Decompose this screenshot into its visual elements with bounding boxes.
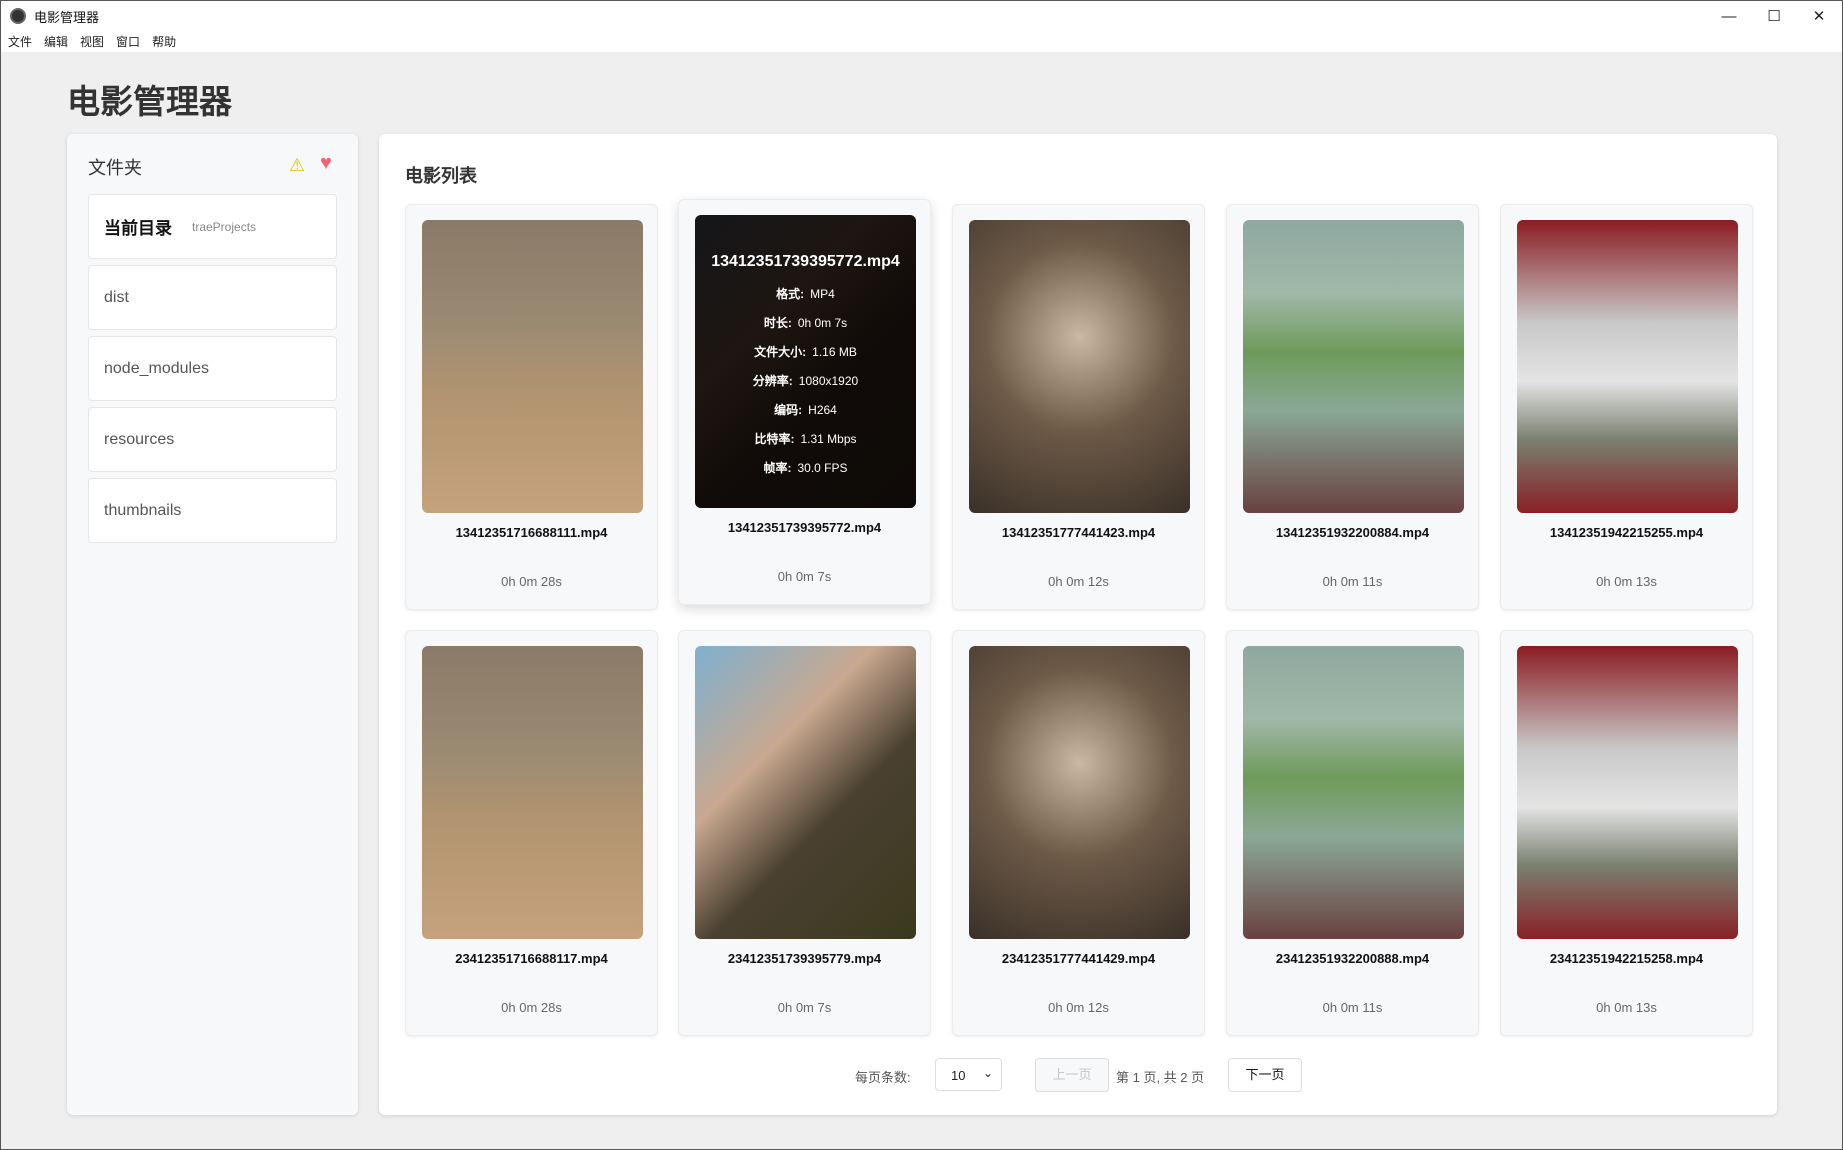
movie-list-title: 电影列表 (405, 166, 477, 186)
movie-card[interactable]: 23412351942215258.mp4 0h 0m 13s (1500, 630, 1753, 1036)
movie-thumbnail[interactable] (1517, 220, 1738, 513)
info-key: 编码: (774, 403, 803, 417)
movie-card[interactable]: 13412351777441423.mp4 0h 0m 12s (952, 204, 1205, 610)
movie-card[interactable]: 13412351739395772.mp4 格式: MP4 时长: 0h 0m 7s 文件… (678, 199, 931, 605)
info-key: 帧率: (763, 461, 792, 475)
info-value: MP4 (810, 287, 835, 301)
movie-duration: 0h 0m 28s (501, 1000, 562, 1015)
overlay-info-row: 时长: 0h 0m 7s (695, 314, 916, 331)
movie-duration: 0h 0m 12s (1048, 1000, 1109, 1015)
maximize-button[interactable]: ☐ (1751, 1, 1797, 31)
movie-filename: 13412351777441423.mp4 (1001, 525, 1156, 540)
info-key: 分辨率: (752, 374, 793, 388)
prev-page-button[interactable]: 上一页 (1035, 1058, 1109, 1092)
info-key: 格式: (776, 287, 805, 301)
movie-duration: 0h 0m 13s (1596, 1000, 1657, 1015)
info-key: 文件大小: (754, 345, 807, 359)
page-size-select[interactable]: 10 ⌄ (935, 1058, 1002, 1091)
info-key: 时长: (763, 316, 792, 330)
menu-view[interactable]: 视图 (80, 33, 104, 50)
info-value: 1080x1920 (798, 374, 859, 388)
page-title: 电影管理器 (67, 83, 232, 120)
folder-item-node-modules[interactable]: node_modules (88, 336, 337, 401)
movie-filename: 13412351739395772.mp4 (727, 520, 882, 535)
current-directory[interactable]: 当前目录 traeProjects (88, 194, 337, 259)
movie-card[interactable]: 23412351932200888.mp4 0h 0m 11s (1226, 630, 1479, 1036)
movie-thumbnail[interactable] (1243, 220, 1464, 513)
overlay-info-row: 帧率: 30.0 FPS (695, 459, 916, 476)
overlay-info-row: 格式: MP4 (695, 285, 916, 302)
overlay-info-row: 分辨率: 1080x1920 (695, 372, 916, 389)
warning-icon[interactable]: ⚠ (289, 155, 305, 176)
page-info: 第 1 页, 共 2 页 (1116, 1070, 1205, 1085)
movie-card[interactable]: 13412351942215255.mp4 0h 0m 13s (1500, 204, 1753, 610)
chevron-down-icon: ⌄ (982, 1066, 993, 1080)
title-bar: 电影管理器 — ☐ ✕ (1, 1, 1842, 31)
minimize-button[interactable]: — (1706, 1, 1752, 31)
info-value: 0h 0m 7s (797, 316, 848, 330)
movie-duration: 0h 0m 12s (1048, 574, 1109, 589)
movie-thumbnail[interactable] (1517, 646, 1738, 939)
movie-info-overlay: 13412351739395772.mp4 格式: MP4 时长: 0h 0m 7s 文件… (695, 215, 916, 508)
movie-duration: 0h 0m 28s (501, 574, 562, 589)
movie-thumbnail[interactable] (422, 220, 643, 513)
page-size-value: 10 (951, 1068, 966, 1083)
folder-item-dist[interactable]: dist (88, 265, 337, 330)
folder-item-thumbnails[interactable]: thumbnails (88, 478, 337, 543)
menu-window[interactable]: 窗口 (116, 33, 140, 50)
movie-duration: 0h 0m 11s (1322, 1000, 1383, 1015)
movie-filename: 13412351716688111.mp4 (455, 525, 608, 540)
heart-icon[interactable]: ♥ (320, 152, 332, 175)
movie-filename: 23412351932200888.mp4 (1275, 951, 1430, 966)
sidebar-title: 文件夹 (88, 158, 142, 178)
movie-thumbnail[interactable] (695, 646, 916, 939)
app-icon (10, 8, 26, 24)
menu-bar: 文件 编辑 视图 窗口 帮助 (1, 31, 1842, 52)
menu-edit[interactable]: 编辑 (44, 33, 68, 50)
info-value: 30.0 FPS (797, 461, 848, 475)
current-directory-value: traeProjects (192, 219, 257, 234)
menu-help[interactable]: 帮助 (152, 33, 176, 50)
overlay-info-row: 编码: H264 (695, 401, 916, 418)
current-directory-label: 当前目录 (104, 219, 172, 238)
movie-card[interactable]: 23412351777441429.mp4 0h 0m 12s (952, 630, 1205, 1036)
movie-thumbnail[interactable] (969, 646, 1190, 939)
pagination: 每页条数: 10 ⌄ 上一页 第 1 页, 共 2 页 下一页 (379, 1058, 1777, 1092)
info-value: H264 (808, 403, 837, 417)
next-page-button[interactable]: 下一页 (1228, 1058, 1302, 1092)
overlay-title: 13412351739395772.mp4 (711, 253, 900, 270)
info-key: 比特率: (754, 432, 795, 446)
movie-filename: 23412351777441429.mp4 (1001, 951, 1156, 966)
movie-thumbnail[interactable] (969, 220, 1190, 513)
movie-thumbnail[interactable]: 13412351739395772.mp4 格式: MP4 时长: 0h 0m 7s 文件… (695, 215, 916, 508)
movie-card[interactable]: 23412351739395779.mp4 0h 0m 7s (678, 630, 931, 1036)
info-value: 1.31 Mbps (800, 432, 857, 446)
window-title: 电影管理器 (34, 9, 100, 25)
movie-filename: 13412351942215255.mp4 (1549, 525, 1704, 540)
info-value: 1.16 MB (812, 345, 857, 359)
folder-sidebar: 文件夹 ⚠ ♥ 当前目录 traeProjects dist node_modu… (67, 134, 358, 1115)
movie-card[interactable]: 13412351932200884.mp4 0h 0m 11s (1226, 204, 1479, 610)
movie-filename: 23412351739395779.mp4 (727, 951, 882, 966)
movie-card[interactable]: 23412351716688117.mp4 0h 0m 28s (405, 630, 658, 1036)
movie-card[interactable]: 13412351716688111.mp4 0h 0m 28s (405, 204, 658, 610)
movie-filename: 23412351942215258.mp4 (1549, 951, 1704, 966)
movie-thumbnail[interactable] (422, 646, 643, 939)
movie-duration: 0h 0m 13s (1596, 574, 1657, 589)
movie-thumbnail[interactable] (1243, 646, 1464, 939)
movie-duration: 0h 0m 7s (777, 569, 832, 584)
folder-item-resources[interactable]: resources (88, 407, 337, 472)
menu-file[interactable]: 文件 (8, 33, 32, 50)
overlay-info-row: 比特率: 1.31 Mbps (695, 430, 916, 447)
movie-list-panel: 电影列表 13412351716688111.mp4 0h 0m 28s 1341… (379, 134, 1777, 1115)
movie-duration: 0h 0m 11s (1322, 574, 1383, 589)
movie-filename: 23412351716688117.mp4 (455, 951, 608, 966)
close-button[interactable]: ✕ (1796, 1, 1842, 31)
movie-duration: 0h 0m 7s (777, 1000, 832, 1015)
page-size-label: 每页条数: (855, 1070, 911, 1085)
movie-filename: 13412351932200884.mp4 (1275, 525, 1430, 540)
overlay-info-row: 文件大小: 1.16 MB (695, 343, 916, 360)
